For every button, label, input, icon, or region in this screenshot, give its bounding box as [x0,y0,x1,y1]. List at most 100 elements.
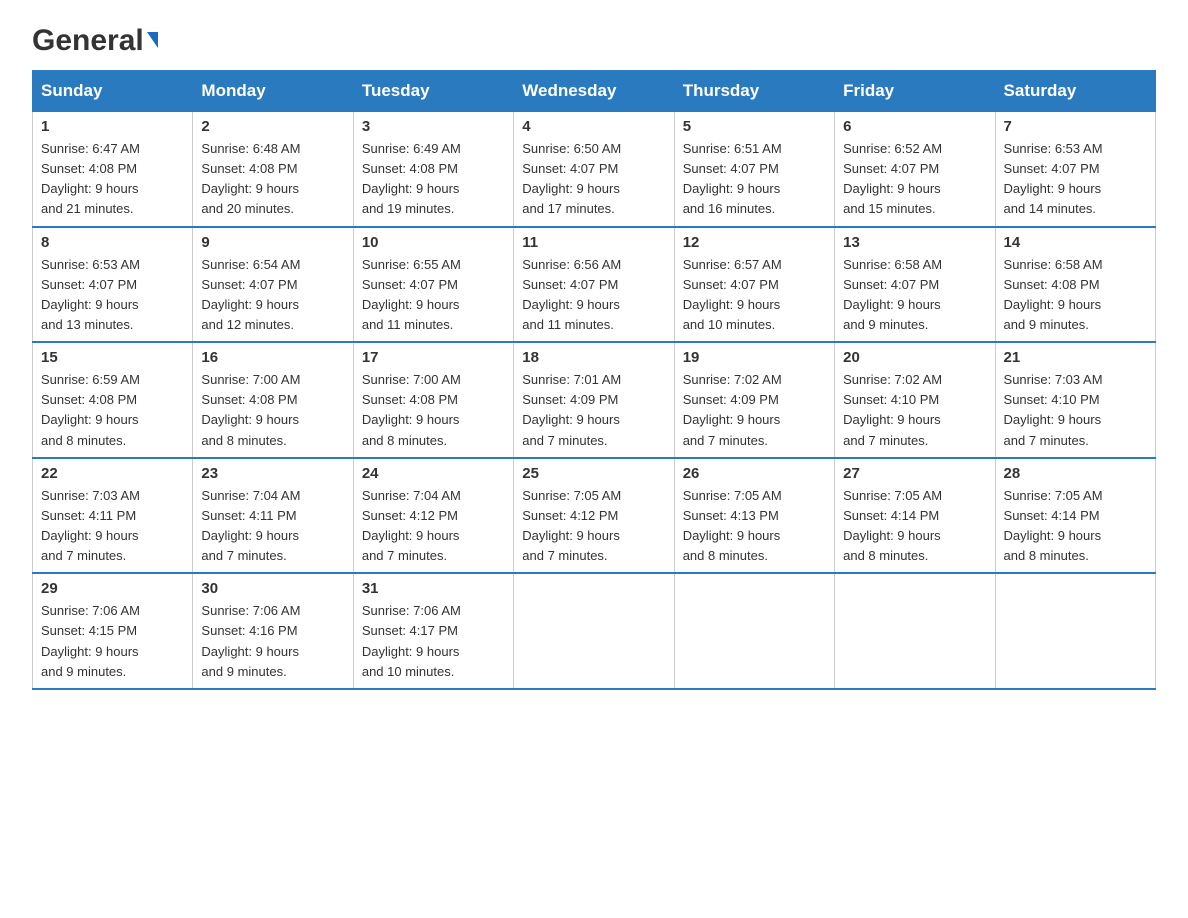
calendar-cell: 23 Sunrise: 7:04 AMSunset: 4:11 PMDaylig… [193,458,353,574]
day-number: 5 [683,118,826,135]
day-info: Sunrise: 6:47 AMSunset: 4:08 PMDaylight:… [41,141,140,216]
calendar-cell: 2 Sunrise: 6:48 AMSunset: 4:08 PMDayligh… [193,112,353,227]
day-info: Sunrise: 6:55 AMSunset: 4:07 PMDaylight:… [362,257,461,332]
day-info: Sunrise: 7:06 AMSunset: 4:17 PMDaylight:… [362,603,461,678]
day-number: 11 [522,234,665,251]
calendar-week-row: 22 Sunrise: 7:03 AMSunset: 4:11 PMDaylig… [33,458,1156,574]
calendar-cell: 18 Sunrise: 7:01 AMSunset: 4:09 PMDaylig… [514,342,674,458]
day-info: Sunrise: 6:59 AMSunset: 4:08 PMDaylight:… [41,372,140,447]
day-number: 26 [683,465,826,482]
calendar-week-row: 15 Sunrise: 6:59 AMSunset: 4:08 PMDaylig… [33,342,1156,458]
day-info: Sunrise: 7:01 AMSunset: 4:09 PMDaylight:… [522,372,621,447]
day-info: Sunrise: 7:04 AMSunset: 4:12 PMDaylight:… [362,488,461,563]
day-number: 27 [843,465,986,482]
day-number: 8 [41,234,184,251]
day-info: Sunrise: 7:05 AMSunset: 4:12 PMDaylight:… [522,488,621,563]
calendar-cell: 6 Sunrise: 6:52 AMSunset: 4:07 PMDayligh… [835,112,995,227]
calendar-table: SundayMondayTuesdayWednesdayThursdayFrid… [32,70,1156,690]
day-number: 6 [843,118,986,135]
calendar-cell: 12 Sunrise: 6:57 AMSunset: 4:07 PMDaylig… [674,227,834,343]
day-number: 25 [522,465,665,482]
day-number: 14 [1004,234,1147,251]
calendar-cell [835,573,995,689]
column-header-saturday: Saturday [995,71,1155,112]
day-number: 13 [843,234,986,251]
day-info: Sunrise: 7:06 AMSunset: 4:15 PMDaylight:… [41,603,140,678]
day-number: 17 [362,349,505,366]
calendar-cell: 27 Sunrise: 7:05 AMSunset: 4:14 PMDaylig… [835,458,995,574]
day-number: 22 [41,465,184,482]
calendar-cell [514,573,674,689]
calendar-cell: 30 Sunrise: 7:06 AMSunset: 4:16 PMDaylig… [193,573,353,689]
day-number: 9 [201,234,344,251]
day-info: Sunrise: 6:53 AMSunset: 4:07 PMDaylight:… [41,257,140,332]
day-info: Sunrise: 7:02 AMSunset: 4:10 PMDaylight:… [843,372,942,447]
day-info: Sunrise: 7:05 AMSunset: 4:13 PMDaylight:… [683,488,782,563]
calendar-week-row: 1 Sunrise: 6:47 AMSunset: 4:08 PMDayligh… [33,112,1156,227]
column-header-wednesday: Wednesday [514,71,674,112]
calendar-cell: 31 Sunrise: 7:06 AMSunset: 4:17 PMDaylig… [353,573,513,689]
day-info: Sunrise: 6:56 AMSunset: 4:07 PMDaylight:… [522,257,621,332]
day-number: 24 [362,465,505,482]
calendar-cell: 17 Sunrise: 7:00 AMSunset: 4:08 PMDaylig… [353,342,513,458]
day-info: Sunrise: 6:53 AMSunset: 4:07 PMDaylight:… [1004,141,1103,216]
calendar-header-row: SundayMondayTuesdayWednesdayThursdayFrid… [33,71,1156,112]
day-info: Sunrise: 6:50 AMSunset: 4:07 PMDaylight:… [522,141,621,216]
day-info: Sunrise: 7:05 AMSunset: 4:14 PMDaylight:… [843,488,942,563]
calendar-cell [995,573,1155,689]
day-number: 29 [41,580,184,597]
column-header-monday: Monday [193,71,353,112]
calendar-cell: 21 Sunrise: 7:03 AMSunset: 4:10 PMDaylig… [995,342,1155,458]
calendar-cell: 13 Sunrise: 6:58 AMSunset: 4:07 PMDaylig… [835,227,995,343]
calendar-cell: 25 Sunrise: 7:05 AMSunset: 4:12 PMDaylig… [514,458,674,574]
day-number: 10 [362,234,505,251]
column-header-thursday: Thursday [674,71,834,112]
day-info: Sunrise: 6:58 AMSunset: 4:07 PMDaylight:… [843,257,942,332]
calendar-cell: 7 Sunrise: 6:53 AMSunset: 4:07 PMDayligh… [995,112,1155,227]
day-number: 21 [1004,349,1147,366]
calendar-cell: 3 Sunrise: 6:49 AMSunset: 4:08 PMDayligh… [353,112,513,227]
day-number: 31 [362,580,505,597]
day-info: Sunrise: 7:03 AMSunset: 4:10 PMDaylight:… [1004,372,1103,447]
day-info: Sunrise: 7:04 AMSunset: 4:11 PMDaylight:… [201,488,300,563]
day-info: Sunrise: 7:00 AMSunset: 4:08 PMDaylight:… [362,372,461,447]
calendar-week-row: 29 Sunrise: 7:06 AMSunset: 4:15 PMDaylig… [33,573,1156,689]
day-number: 15 [41,349,184,366]
calendar-cell: 8 Sunrise: 6:53 AMSunset: 4:07 PMDayligh… [33,227,193,343]
day-number: 19 [683,349,826,366]
calendar-cell: 5 Sunrise: 6:51 AMSunset: 4:07 PMDayligh… [674,112,834,227]
day-info: Sunrise: 6:58 AMSunset: 4:08 PMDaylight:… [1004,257,1103,332]
calendar-cell: 19 Sunrise: 7:02 AMSunset: 4:09 PMDaylig… [674,342,834,458]
calendar-cell [674,573,834,689]
calendar-cell: 15 Sunrise: 6:59 AMSunset: 4:08 PMDaylig… [33,342,193,458]
day-number: 23 [201,465,344,482]
day-info: Sunrise: 6:49 AMSunset: 4:08 PMDaylight:… [362,141,461,216]
day-number: 12 [683,234,826,251]
day-number: 18 [522,349,665,366]
logo: General [32,24,158,54]
day-number: 4 [522,118,665,135]
day-number: 2 [201,118,344,135]
calendar-cell: 10 Sunrise: 6:55 AMSunset: 4:07 PMDaylig… [353,227,513,343]
column-header-sunday: Sunday [33,71,193,112]
calendar-cell: 24 Sunrise: 7:04 AMSunset: 4:12 PMDaylig… [353,458,513,574]
day-number: 28 [1004,465,1147,482]
page-header: General [32,24,1156,54]
calendar-cell: 1 Sunrise: 6:47 AMSunset: 4:08 PMDayligh… [33,112,193,227]
day-info: Sunrise: 6:52 AMSunset: 4:07 PMDaylight:… [843,141,942,216]
calendar-cell: 29 Sunrise: 7:06 AMSunset: 4:15 PMDaylig… [33,573,193,689]
logo-triangle-icon [147,32,158,48]
calendar-cell: 20 Sunrise: 7:02 AMSunset: 4:10 PMDaylig… [835,342,995,458]
day-info: Sunrise: 7:03 AMSunset: 4:11 PMDaylight:… [41,488,140,563]
day-info: Sunrise: 6:48 AMSunset: 4:08 PMDaylight:… [201,141,300,216]
day-info: Sunrise: 6:54 AMSunset: 4:07 PMDaylight:… [201,257,300,332]
calendar-cell: 16 Sunrise: 7:00 AMSunset: 4:08 PMDaylig… [193,342,353,458]
calendar-cell: 14 Sunrise: 6:58 AMSunset: 4:08 PMDaylig… [995,227,1155,343]
day-info: Sunrise: 7:05 AMSunset: 4:14 PMDaylight:… [1004,488,1103,563]
day-number: 1 [41,118,184,135]
calendar-cell: 11 Sunrise: 6:56 AMSunset: 4:07 PMDaylig… [514,227,674,343]
column-header-friday: Friday [835,71,995,112]
day-info: Sunrise: 6:51 AMSunset: 4:07 PMDaylight:… [683,141,782,216]
logo-general: General [32,24,144,58]
day-number: 7 [1004,118,1147,135]
